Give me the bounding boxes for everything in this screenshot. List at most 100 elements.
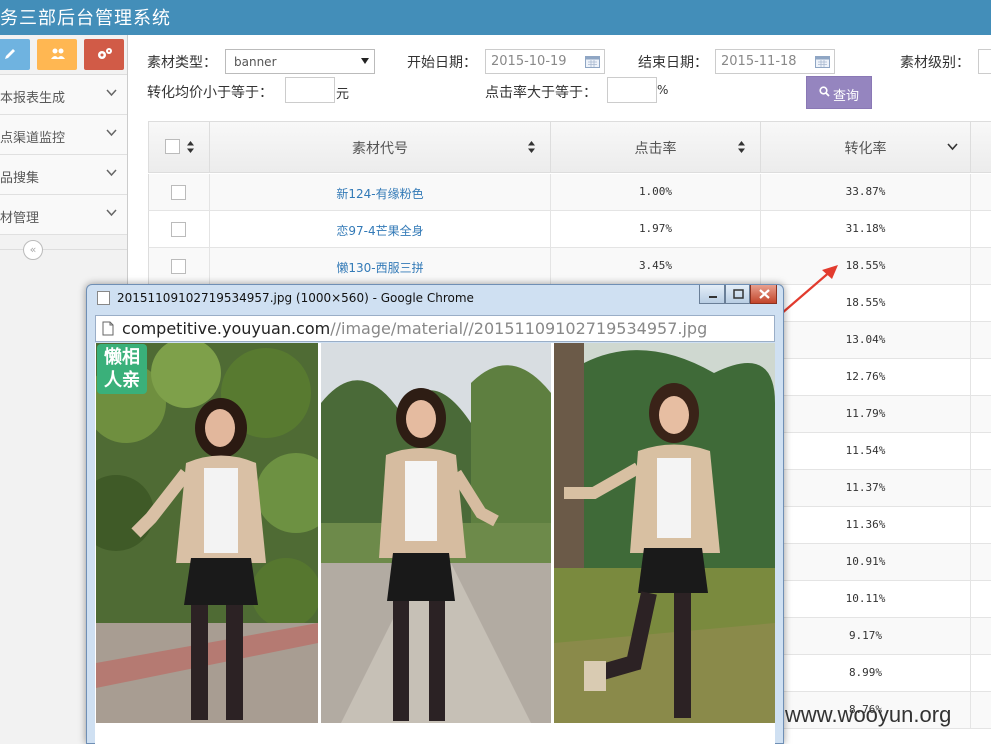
- row-select-cell: [149, 174, 210, 211]
- table-row: 恋97-4芒果全身 1.97% 31.18%: [148, 211, 991, 248]
- query-button[interactable]: 查询: [806, 76, 872, 109]
- row-checkbox[interactable]: [171, 185, 186, 200]
- level-label: 素材级别：: [900, 55, 970, 71]
- watermark: www.wooyun.org: [785, 702, 952, 727]
- conversion-cell: 8.99%: [761, 655, 971, 692]
- conversion-cell: 13.04%: [761, 322, 971, 359]
- table-header: 素材代号 点击率 转化率: [148, 122, 991, 173]
- settings-shortcut-button[interactable]: [84, 39, 124, 70]
- image-viewport: 懒相 人亲: [95, 343, 775, 744]
- query-button-label: 查询: [833, 89, 860, 104]
- photo-panel-left: 懒相 人亲: [96, 343, 318, 723]
- ctr-value: 1.97%: [638, 222, 673, 235]
- type-select[interactable]: banner: [225, 49, 375, 74]
- chevron-down-icon: [106, 169, 117, 177]
- conversion-cell: 10.11%: [761, 581, 971, 618]
- sidebar-collapse-row: «: [0, 235, 127, 265]
- column-header-label: 素材代号: [352, 141, 408, 157]
- maximize-icon: [733, 289, 744, 299]
- minimize-button[interactable]: [699, 285, 725, 304]
- conversion-value: 10.11%: [845, 592, 886, 605]
- column-header-label: 转化率: [844, 141, 887, 157]
- ctr-input[interactable]: [607, 77, 657, 103]
- type-label: 素材类型：: [147, 55, 217, 71]
- select-all-checkbox[interactable]: [165, 139, 180, 154]
- conversion-value: 31.18%: [845, 222, 886, 235]
- material-code-link[interactable]: 新124-有缘粉色: [210, 185, 550, 202]
- column-header-code[interactable]: 素材代号: [210, 122, 551, 173]
- conversion-value: 11.54%: [845, 444, 886, 457]
- sidebar-item-label: 本报表生成: [0, 91, 66, 106]
- conversion-cell: 12.76%: [761, 359, 971, 396]
- photo-panel-right: [554, 343, 775, 723]
- sort-icon[interactable]: [186, 140, 195, 154]
- sidebar-item-material-manage[interactable]: 材管理: [0, 195, 127, 235]
- conversion-value: 11.36%: [845, 518, 886, 531]
- conversion-cell: 11.54%: [761, 433, 971, 470]
- image-popup-window: 20151109102719534957.jpg (1000×560) - Go…: [86, 284, 784, 744]
- row-select-cell: [149, 248, 210, 285]
- column-header-conversion[interactable]: 转化率: [761, 122, 971, 173]
- type-select-value: banner: [234, 55, 277, 69]
- conversion-value: 12.76%: [845, 370, 886, 383]
- conversion-value: 33.87%: [845, 185, 886, 198]
- end-date-input[interactable]: 2015-11-18: [715, 49, 835, 74]
- conversion-cell: 33.87%: [761, 174, 971, 211]
- row-checkbox[interactable]: [171, 222, 186, 237]
- conversion-cell: 11.79%: [761, 396, 971, 433]
- top-header: 务三部后台管理系统: [0, 0, 991, 35]
- brand-logo-line1: 懒相: [104, 347, 140, 368]
- ctr-cell: 3.45%: [551, 248, 761, 285]
- sidebar-item-product-collect[interactable]: 品搜集: [0, 155, 127, 195]
- photo-panel-middle: [321, 343, 551, 723]
- conversion-value: 11.37%: [845, 481, 886, 494]
- conversion-price-unit: 元: [336, 87, 350, 102]
- conversion-cell: 11.37%: [761, 470, 971, 507]
- conversion-value: 13.04%: [845, 333, 886, 346]
- url-host: competitive.youyuan.com: [122, 319, 331, 338]
- material-code-link[interactable]: 恋97-4芒果全身: [210, 222, 550, 239]
- pencil-shortcut-button[interactable]: [0, 39, 30, 70]
- url-path: //image/material//20151109102719534957.j…: [330, 319, 708, 338]
- start-date-label: 开始日期：: [407, 55, 477, 71]
- level-select[interactable]: [978, 49, 991, 74]
- address-bar[interactable]: competitive.youyuan.com//image/material/…: [95, 315, 775, 342]
- maximize-button[interactable]: [725, 285, 750, 304]
- ctr-value: 1.00%: [638, 185, 673, 198]
- cogs-icon: [98, 48, 112, 59]
- code-cell: 恋97-4芒果全身: [210, 211, 551, 248]
- minimize-icon: [709, 296, 717, 298]
- close-button[interactable]: [750, 285, 777, 304]
- photo-woman-right: [554, 343, 775, 723]
- users-icon: [51, 48, 65, 59]
- sort-desc-icon[interactable]: [947, 143, 958, 151]
- page-icon: [97, 291, 110, 305]
- calendar-icon[interactable]: [585, 55, 600, 68]
- conversion-price-input[interactable]: [285, 77, 335, 103]
- divider: [0, 249, 127, 250]
- material-code-link[interactable]: 懒130-西服三拼: [210, 259, 550, 276]
- photo-woman-middle: [321, 343, 551, 723]
- sidebar-item-channel-monitor[interactable]: 点渠道监控: [0, 115, 127, 155]
- start-date-input[interactable]: 2015-10-19: [485, 49, 605, 74]
- brand-logo-line2: 人亲: [104, 370, 140, 391]
- sidebar-collapse-button[interactable]: «: [23, 240, 43, 260]
- conversion-value: 8.99%: [848, 666, 883, 679]
- sort-icon[interactable]: [527, 140, 536, 154]
- sidebar-item-label: 品搜集: [0, 171, 40, 186]
- pencil-icon: [5, 49, 15, 59]
- sidebar-item-label: 点渠道监控: [0, 131, 66, 146]
- column-header-ctr[interactable]: 点击率: [551, 122, 761, 173]
- users-shortcut-button[interactable]: [37, 39, 77, 70]
- calendar-icon[interactable]: [815, 55, 830, 68]
- sidebar-item-reports[interactable]: 本报表生成: [0, 75, 127, 115]
- conversion-cell: 31.18%: [761, 211, 971, 248]
- sort-icon[interactable]: [737, 140, 746, 154]
- chevron-down-icon: [106, 129, 117, 137]
- row-checkbox[interactable]: [171, 259, 186, 274]
- url-text: competitive.youyuan.com//image/material/…: [122, 319, 707, 338]
- conversion-value: 11.79%: [845, 407, 886, 420]
- close-icon: [759, 289, 770, 299]
- row-select-cell: [149, 211, 210, 248]
- shortcut-bar: [0, 35, 127, 75]
